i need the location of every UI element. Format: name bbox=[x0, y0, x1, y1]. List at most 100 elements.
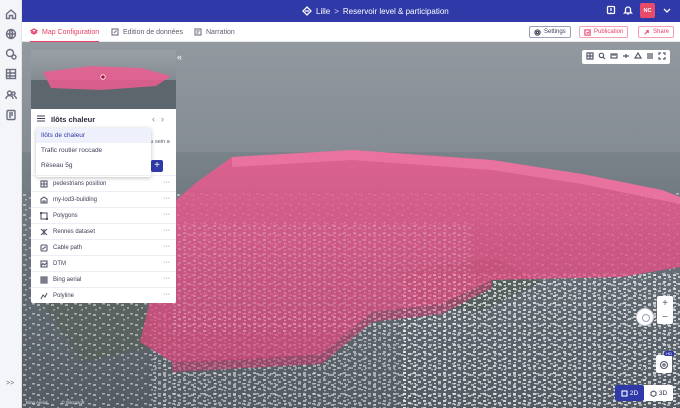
layer-preview-thumbnail bbox=[31, 50, 176, 109]
hamburger-icon[interactable] bbox=[37, 115, 45, 122]
tab-map-configuration[interactable]: Map Configuration bbox=[30, 22, 100, 42]
layer-label: Polygons bbox=[53, 212, 78, 219]
layer-row-polygons[interactable]: Polygons ··· bbox=[31, 207, 176, 223]
attribution-right: © Microsoft bbox=[61, 400, 85, 405]
more-options-icon[interactable]: ··· bbox=[163, 211, 170, 218]
hd-toggle[interactable]: HD bbox=[656, 351, 674, 373]
layer-group-dropdown: Ilôts de chaleur Trafic routier roccade … bbox=[36, 128, 151, 177]
panel-nav: ‹› bbox=[152, 114, 170, 124]
layer-label: Cable path bbox=[53, 244, 83, 251]
layer-label: Polyline bbox=[53, 292, 75, 299]
list-icon[interactable] bbox=[646, 52, 654, 62]
catalog-icon[interactable] bbox=[5, 109, 17, 121]
dropdown-option-ilots-de-chaleur[interactable]: Ilôts de chaleur bbox=[36, 128, 151, 143]
line-tool-icon[interactable] bbox=[622, 52, 630, 62]
gear-icon bbox=[534, 28, 541, 36]
view-mode-toggle: 2D 3D bbox=[615, 385, 673, 401]
compass-button[interactable] bbox=[636, 308, 654, 326]
home-icon[interactable] bbox=[5, 8, 17, 20]
mode-3d-label: 3D bbox=[658, 389, 668, 397]
add-layer-button[interactable]: + bbox=[151, 160, 163, 172]
map-toolbar bbox=[582, 50, 670, 64]
settings-label: Settings bbox=[544, 29, 566, 35]
more-options-icon[interactable]: ··· bbox=[163, 195, 170, 202]
attribution-left: Bing Aerial bbox=[26, 400, 48, 405]
measure-icon[interactable] bbox=[610, 52, 618, 62]
panel-title[interactable]: Ilôts chaleur bbox=[51, 115, 95, 124]
fullscreen-icon[interactable] bbox=[658, 52, 666, 62]
cube-icon bbox=[650, 389, 657, 397]
polygon-tool-icon[interactable] bbox=[633, 51, 643, 62]
layer-label: DTM bbox=[53, 260, 66, 267]
narration-icon bbox=[194, 28, 202, 36]
grid-icon[interactable] bbox=[5, 68, 17, 80]
chevron-down-icon[interactable] bbox=[662, 5, 672, 17]
avatar[interactable]: NC bbox=[640, 3, 655, 18]
layer-row-cable-path[interactable]: Cable path ··· bbox=[31, 239, 176, 255]
dataset-icon bbox=[40, 228, 48, 235]
more-options-icon[interactable]: ··· bbox=[163, 243, 170, 250]
share-button[interactable]: Share bbox=[638, 26, 675, 38]
search-icon[interactable] bbox=[598, 52, 606, 62]
help-icon[interactable] bbox=[606, 5, 616, 17]
layer-row-pedestrians-position[interactable]: pedestrians position ··· bbox=[31, 175, 176, 191]
collapse-panel-button[interactable]: « bbox=[177, 52, 187, 62]
publication-button[interactable]: Publication bbox=[579, 26, 629, 38]
panel-header: Ilôts chaleur ‹› bbox=[31, 109, 176, 129]
edit-icon bbox=[111, 28, 119, 36]
layer-label: my-lod3-building bbox=[53, 196, 98, 203]
tab-bar: Map Configuration Edition de données Nar… bbox=[22, 22, 680, 42]
mode-2d-button[interactable]: 2D bbox=[615, 385, 644, 401]
layer-row-dtm[interactable]: DTM ··· bbox=[31, 255, 176, 271]
globe-settings-icon[interactable] bbox=[5, 48, 17, 60]
dropdown-option-reseau-5g[interactable]: Réseau 5g bbox=[36, 158, 151, 173]
expand-icon[interactable]: >> bbox=[6, 380, 14, 387]
more-options-icon[interactable]: ··· bbox=[163, 259, 170, 266]
layer-panel: Ilôts chaleur ‹› le chaleur au sein a pé… bbox=[31, 109, 176, 303]
users-icon[interactable] bbox=[5, 89, 17, 101]
bell-icon[interactable] bbox=[622, 5, 634, 17]
settings-button[interactable]: Settings bbox=[529, 26, 571, 38]
terrain-icon bbox=[40, 259, 48, 268]
more-options-icon[interactable]: ··· bbox=[163, 179, 170, 186]
chevron-right-icon[interactable]: › bbox=[161, 114, 170, 124]
layer-row-rennes-dataset[interactable]: Rennes dataset ··· bbox=[31, 223, 176, 239]
preview-map-image bbox=[31, 66, 176, 109]
left-rail: >> bbox=[0, 0, 22, 408]
share-icon bbox=[644, 29, 649, 35]
zoom-out-button[interactable]: − bbox=[657, 310, 673, 324]
polyline-icon bbox=[40, 292, 48, 299]
top-bar-actions: NC bbox=[606, 3, 672, 18]
breadcrumb-scene: Reservoir level & participation bbox=[342, 6, 449, 16]
tab-narration[interactable]: Narration bbox=[194, 22, 235, 42]
layer-row-bing-aerial[interactable]: Bing aerial ··· bbox=[31, 271, 176, 287]
tab-label: Edition de données bbox=[123, 28, 183, 36]
chevron-left-icon[interactable]: ‹ bbox=[152, 114, 161, 124]
more-options-icon[interactable]: ··· bbox=[163, 291, 170, 298]
zoom-in-button[interactable]: + bbox=[657, 296, 673, 310]
layer-row-polyline[interactable]: Polyline ··· bbox=[31, 287, 176, 303]
tab-label: Narration bbox=[206, 28, 235, 36]
cable-icon bbox=[40, 243, 48, 252]
dropdown-option-trafic-routier[interactable]: Trafic routier roccade bbox=[36, 143, 151, 158]
globe-icon[interactable] bbox=[5, 28, 17, 40]
share-label: Share bbox=[653, 29, 670, 35]
layer-list: pedestrians position ··· my-lod3-buildin… bbox=[31, 175, 176, 303]
tab-edition-de-donnees[interactable]: Edition de données bbox=[111, 22, 183, 42]
zoom-control: + − bbox=[657, 296, 673, 324]
map-attribution: Bing Aerial © Microsoft bbox=[26, 400, 84, 405]
square-icon bbox=[621, 389, 628, 397]
polygon-icon bbox=[40, 211, 48, 220]
camera-icon bbox=[659, 360, 669, 370]
breadcrumb: Lille > Reservoir level & participation bbox=[302, 5, 449, 17]
layers-tool-icon[interactable] bbox=[586, 52, 594, 62]
mode-3d-button[interactable]: 3D bbox=[644, 385, 673, 401]
more-options-icon[interactable]: ··· bbox=[163, 275, 170, 282]
layer-row-my-lod3-building[interactable]: my-lod3-building ··· bbox=[31, 191, 176, 207]
breadcrumb-project[interactable]: Lille bbox=[316, 7, 330, 16]
mode-2d-label: 2D bbox=[629, 389, 639, 397]
publication-label: Publication bbox=[594, 29, 624, 35]
hd-badge: HD bbox=[664, 351, 674, 356]
publication-icon bbox=[584, 28, 591, 36]
more-options-icon[interactable]: ··· bbox=[163, 227, 170, 234]
